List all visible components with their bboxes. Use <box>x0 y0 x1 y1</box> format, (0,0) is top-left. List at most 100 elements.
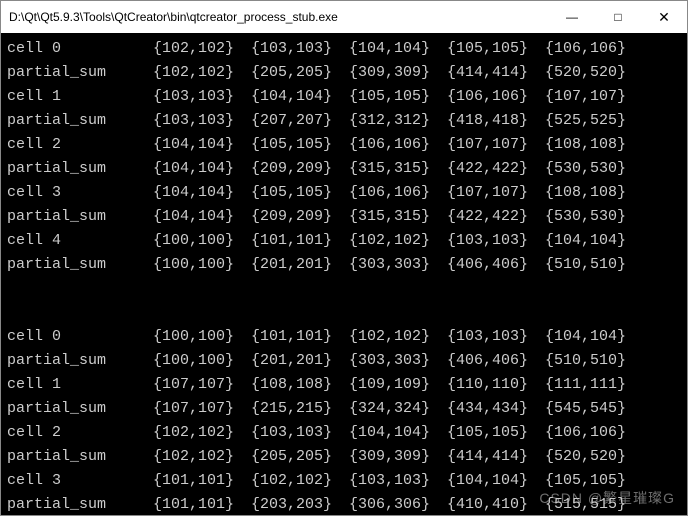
cell-value: {201,201} <box>251 253 349 277</box>
row-values: {104,104}{105,105}{106,106}{107,107}{108… <box>153 133 643 157</box>
cell-value: {100,100} <box>153 349 251 373</box>
row-values: {102,102}{205,205}{309,309}{414,414}{520… <box>153 445 643 469</box>
maximize-button[interactable]: □ <box>595 1 641 33</box>
row-label: partial_sum <box>7 109 153 133</box>
cell-value: {406,406} <box>447 253 545 277</box>
cell-value: {406,406} <box>447 349 545 373</box>
cell-value: {104,104} <box>153 133 251 157</box>
row-label: partial_sum <box>7 253 153 277</box>
cell-value: {315,315} <box>349 157 447 181</box>
cell-value: {209,209} <box>251 205 349 229</box>
row-values: {102,102}{103,103}{104,104}{105,105}{106… <box>153 421 643 445</box>
row-label: cell 0 <box>7 325 153 349</box>
output-row: cell 2{104,104}{105,105}{106,106}{107,10… <box>7 133 681 157</box>
row-values: {103,103}{104,104}{105,105}{106,106}{107… <box>153 85 643 109</box>
cell-value: {104,104} <box>153 181 251 205</box>
cell-value: {104,104} <box>447 469 545 493</box>
output-row: cell 3{104,104}{105,105}{106,106}{107,10… <box>7 181 681 205</box>
row-label: partial_sum <box>7 61 153 85</box>
cell-value: {422,422} <box>447 157 545 181</box>
cell-value: {106,106} <box>545 421 643 445</box>
console-output[interactable]: cell 0{102,102}{103,103}{104,104}{105,10… <box>1 33 687 515</box>
cell-value: {107,107} <box>545 85 643 109</box>
output-row: partial_sum{100,100}{201,201}{303,303}{4… <box>7 253 681 277</box>
cell-value: {207,207} <box>251 109 349 133</box>
cell-value: {102,102} <box>153 421 251 445</box>
row-values: {107,107}{108,108}{109,109}{110,110}{111… <box>153 373 643 397</box>
output-row: partial_sum{102,102}{205,205}{309,309}{4… <box>7 445 681 469</box>
cell-value: {104,104} <box>545 229 643 253</box>
cell-value: {205,205} <box>251 61 349 85</box>
row-label: cell 3 <box>7 469 153 493</box>
cell-value: {103,103} <box>153 109 251 133</box>
output-row: cell 2{102,102}{103,103}{104,104}{105,10… <box>7 421 681 445</box>
cell-value: {103,103} <box>153 85 251 109</box>
cell-value: {103,103} <box>251 37 349 61</box>
row-values: {100,100}{201,201}{303,303}{406,406}{510… <box>153 253 643 277</box>
cell-value: {201,201} <box>251 349 349 373</box>
row-label: partial_sum <box>7 397 153 421</box>
cell-value: {100,100} <box>153 253 251 277</box>
cell-value: {530,530} <box>545 205 643 229</box>
cell-value: {102,102} <box>251 469 349 493</box>
cell-value: {525,525} <box>545 109 643 133</box>
cell-value: {104,104} <box>153 205 251 229</box>
output-row: partial_sum{103,103}{207,207}{312,312}{4… <box>7 109 681 133</box>
row-values: {100,100}{101,101}{102,102}{103,103}{104… <box>153 229 643 253</box>
cell-value: {105,105} <box>447 421 545 445</box>
row-values: {104,104}{209,209}{315,315}{422,422}{530… <box>153 157 643 181</box>
cell-value: {418,418} <box>447 109 545 133</box>
cell-value: {104,104} <box>153 157 251 181</box>
row-values: {102,102}{205,205}{309,309}{414,414}{520… <box>153 61 643 85</box>
cell-value: {303,303} <box>349 349 447 373</box>
cell-value: {104,104} <box>545 325 643 349</box>
cell-value: {109,109} <box>349 373 447 397</box>
cell-value: {106,106} <box>349 133 447 157</box>
cell-value: {104,104} <box>251 85 349 109</box>
cell-value: {107,107} <box>153 397 251 421</box>
cell-value: {104,104} <box>349 421 447 445</box>
row-values: {100,100}{101,101}{102,102}{103,103}{104… <box>153 325 643 349</box>
cell-value: {309,309} <box>349 61 447 85</box>
cell-value: {103,103} <box>251 421 349 445</box>
cell-value: {107,107} <box>153 373 251 397</box>
cell-value: {105,105} <box>251 133 349 157</box>
watermark-text: CSDN @繁星璀璨G <box>539 487 675 509</box>
cell-value: {306,306} <box>349 493 447 515</box>
cell-value: {108,108} <box>545 181 643 205</box>
close-button[interactable]: ✕ <box>641 1 687 33</box>
cell-value: {315,315} <box>349 205 447 229</box>
row-label: partial_sum <box>7 445 153 469</box>
cell-value: {101,101} <box>251 325 349 349</box>
cell-value: {309,309} <box>349 445 447 469</box>
cell-value: {101,101} <box>153 493 251 515</box>
cell-value: {510,510} <box>545 349 643 373</box>
output-row: partial_sum{104,104}{209,209}{315,315}{4… <box>7 157 681 181</box>
cell-value: {520,520} <box>545 61 643 85</box>
cell-value: {100,100} <box>153 229 251 253</box>
cell-value: {108,108} <box>545 133 643 157</box>
cell-value: {215,215} <box>251 397 349 421</box>
titlebar[interactable]: D:\Qt\Qt5.9.3\Tools\QtCreator\bin\qtcrea… <box>1 1 687 33</box>
window-controls: — □ ✕ <box>549 1 687 33</box>
cell-value: {414,414} <box>447 445 545 469</box>
output-row: partial_sum{100,100}{201,201}{303,303}{4… <box>7 349 681 373</box>
cell-value: {102,102} <box>153 445 251 469</box>
cell-value: {108,108} <box>251 373 349 397</box>
minimize-button[interactable]: — <box>549 1 595 33</box>
cell-value: {103,103} <box>447 325 545 349</box>
output-row: cell 0{102,102}{103,103}{104,104}{105,10… <box>7 37 681 61</box>
row-label: partial_sum <box>7 349 153 373</box>
cell-value: {101,101} <box>251 229 349 253</box>
cell-value: {104,104} <box>349 37 447 61</box>
cell-value: {110,110} <box>447 373 545 397</box>
output-row: cell 4{100,100}{101,101}{102,102}{103,10… <box>7 229 681 253</box>
output-row: partial_sum{107,107}{215,215}{324,324}{4… <box>7 397 681 421</box>
cell-value: {303,303} <box>349 253 447 277</box>
output-row: cell 0{100,100}{101,101}{102,102}{103,10… <box>7 325 681 349</box>
row-label: cell 1 <box>7 85 153 109</box>
blank-line <box>7 277 681 301</box>
cell-value: {205,205} <box>251 445 349 469</box>
row-label: partial_sum <box>7 157 153 181</box>
cell-value: {100,100} <box>153 325 251 349</box>
